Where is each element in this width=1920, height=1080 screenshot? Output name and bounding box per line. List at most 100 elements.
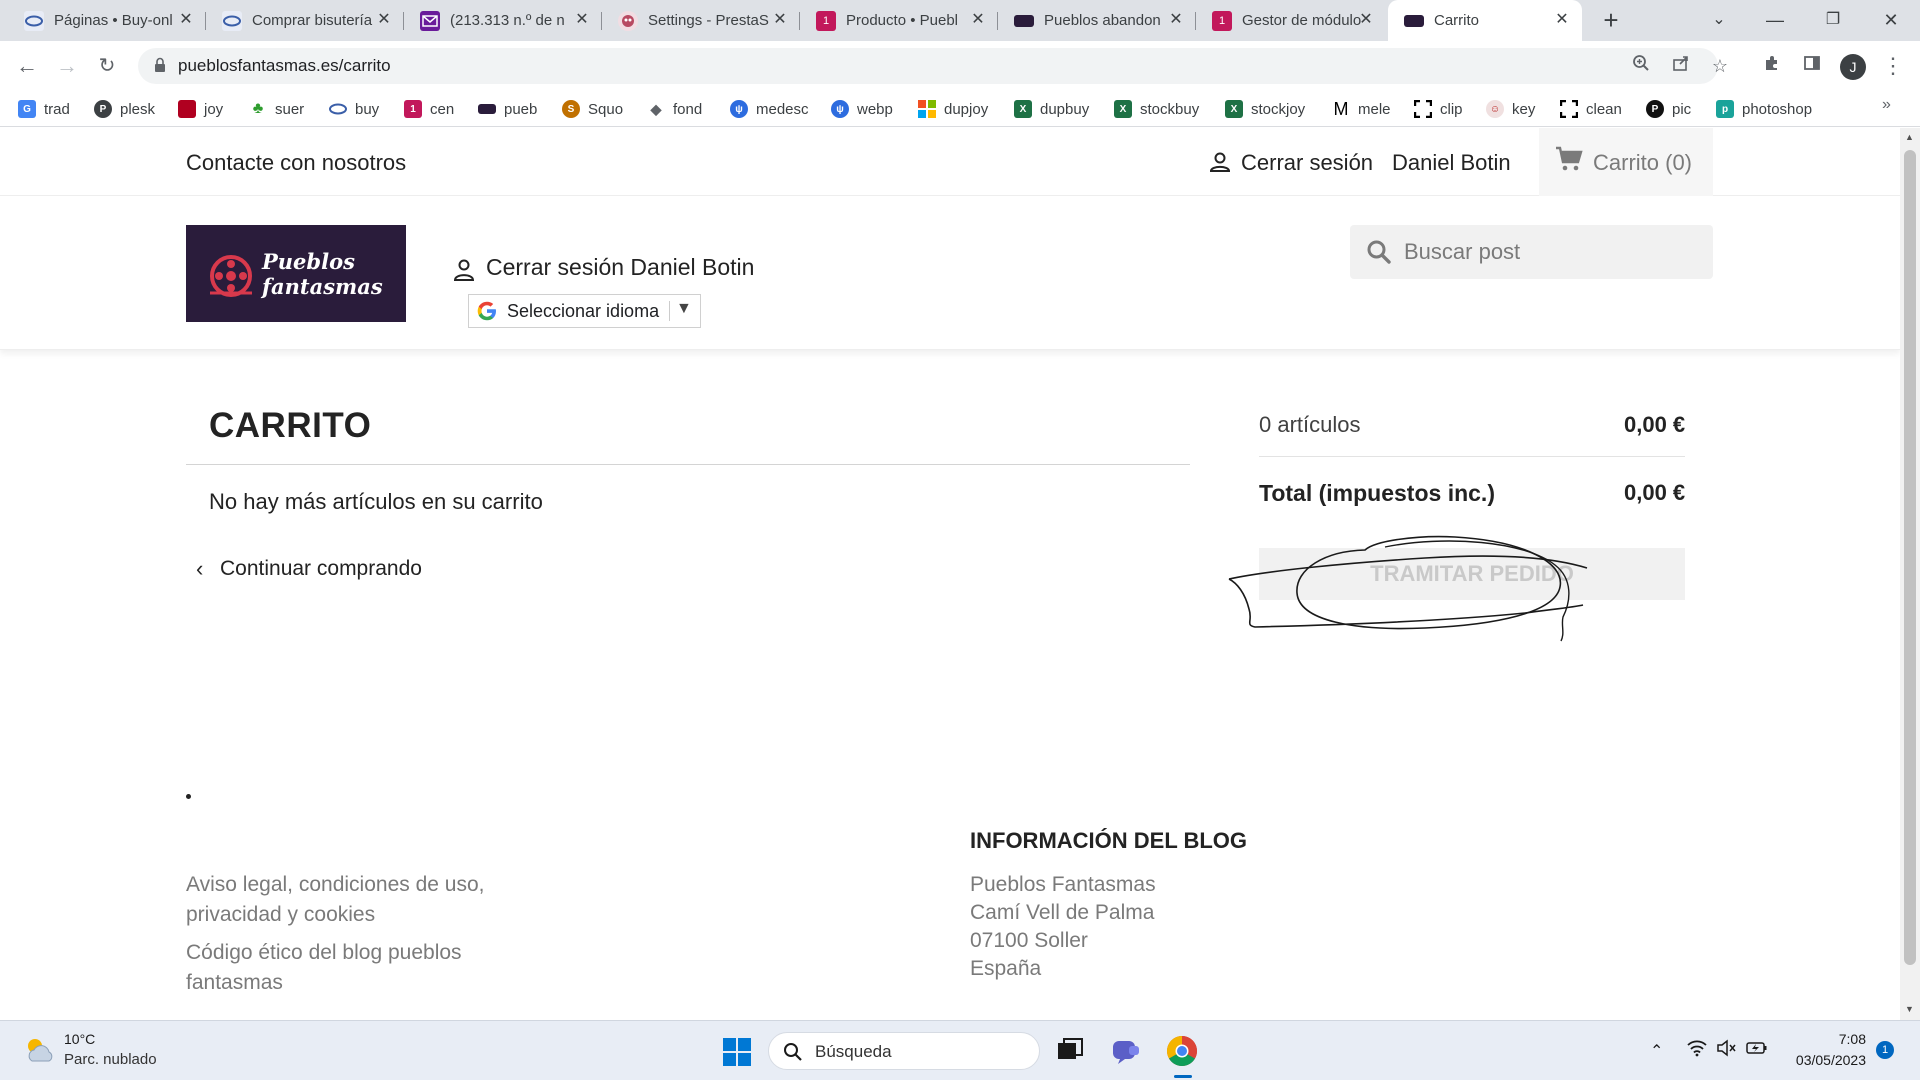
- footer-address-line: 07100 Soller: [970, 929, 1088, 952]
- cart-widget[interactable]: Carrito (0): [1539, 128, 1713, 196]
- page-scrollbar[interactable]: ▲ ▼: [1900, 128, 1920, 1020]
- tab-gestor-modulos[interactable]: 1 Gestor de módulo ✕: [1196, 0, 1386, 41]
- bookmark-buy[interactable]: buy: [329, 98, 379, 120]
- bookmark-pic[interactable]: Ppic: [1646, 98, 1691, 120]
- bookmark-webp[interactable]: ψ webp: [831, 98, 893, 120]
- windows-start-icon[interactable]: [722, 1037, 752, 1067]
- side-panel-icon[interactable]: [1797, 51, 1827, 81]
- bookmark-label: medesc: [756, 100, 809, 118]
- task-view-icon[interactable]: [1052, 1033, 1088, 1069]
- bookmark-plesk[interactable]: Pplesk: [94, 98, 155, 120]
- shopping-cart-icon: [1556, 146, 1583, 171]
- tab-carrito[interactable]: Carrito ✕: [1388, 0, 1582, 41]
- bookmark-joy[interactable]: joy: [178, 98, 223, 120]
- bookmark-key[interactable]: ☺ key: [1486, 98, 1535, 120]
- close-tab-icon[interactable]: ✕: [968, 10, 988, 30]
- tab-settings-prestashop[interactable]: Settings - PrestaS ✕: [602, 0, 800, 41]
- taskbar-search[interactable]: Búsqueda: [768, 1032, 1040, 1070]
- close-window-button[interactable]: ✕: [1862, 0, 1920, 41]
- tab-email[interactable]: (213.313 n.º de n ✕: [404, 0, 602, 41]
- address-bar[interactable]: pueblosfantasmas.es/carrito ☆: [138, 48, 1728, 84]
- close-tab-icon[interactable]: ✕: [1552, 10, 1572, 30]
- browser-menu-icon[interactable]: ⋮: [1878, 51, 1908, 81]
- taskbar-date[interactable]: 03/05/2023: [1768, 1052, 1866, 1068]
- share-icon[interactable]: [1669, 54, 1693, 78]
- notification-badge[interactable]: 1: [1876, 1041, 1894, 1059]
- scroll-up-arrow-icon[interactable]: ▲: [1905, 132, 1914, 142]
- bookmark-trad[interactable]: Gtrad: [18, 98, 70, 120]
- tab-title: Carrito: [1434, 12, 1480, 29]
- bookmark-fond[interactable]: ◆ fond: [647, 98, 703, 120]
- browser-toolbar: ← → ↻ pueblosfantasmas.es/carrito ☆ J ⋮: [0, 41, 1920, 91]
- bookmark-label: joy: [204, 100, 224, 118]
- footer-link-ethics[interactable]: Código ético del blog pueblos fantasmas: [186, 938, 506, 998]
- tab-paginas-buy-online[interactable]: Páginas • Buy-onl ✕: [8, 0, 206, 41]
- wifi-icon[interactable]: [1687, 1039, 1707, 1057]
- bookmark-stockbuy[interactable]: Xstockbuy: [1114, 98, 1199, 120]
- tab-comprar-bisuteria[interactable]: Comprar bisutería ✕: [206, 0, 404, 41]
- minimize-button[interactable]: —: [1746, 0, 1804, 41]
- chevron-up-icon[interactable]: ⌃: [1650, 1041, 1663, 1061]
- close-tab-icon[interactable]: ✕: [770, 10, 790, 30]
- taskbar-time[interactable]: 7:08: [1788, 1031, 1866, 1047]
- close-tab-icon[interactable]: ✕: [176, 10, 196, 30]
- bookmark-photoshop[interactable]: p photoshop: [1716, 98, 1812, 120]
- new-tab-button[interactable]: +: [1596, 6, 1626, 36]
- teams-chat-icon[interactable]: [1108, 1033, 1144, 1069]
- back-arrow-icon[interactable]: ←: [11, 50, 43, 82]
- search-input[interactable]: [1404, 235, 1694, 269]
- bookmark-clean[interactable]: clean: [1560, 98, 1622, 120]
- volume-muted-icon[interactable]: [1716, 1039, 1736, 1057]
- restore-button[interactable]: ❐: [1804, 0, 1862, 41]
- more-bookmarks-icon[interactable]: »: [1882, 96, 1891, 114]
- bookmark-label: key: [1512, 100, 1536, 118]
- close-tab-icon[interactable]: ✕: [1166, 10, 1186, 30]
- close-tab-icon[interactable]: ✕: [1356, 10, 1376, 30]
- bookmark-mele[interactable]: Mmele: [1332, 98, 1391, 120]
- store-icon: 1: [404, 100, 422, 118]
- logout-link[interactable]: Cerrar sesión: [1241, 150, 1373, 176]
- bookmark-clip[interactable]: clip: [1414, 98, 1463, 120]
- lock-icon[interactable]: [154, 57, 166, 73]
- tab-search-chevron-icon[interactable]: ⌄: [1690, 0, 1748, 41]
- logout-user-link[interactable]: Cerrar sesión Daniel Botin: [486, 254, 754, 281]
- site-logo[interactable]: Pueblos fantasmas: [186, 225, 406, 322]
- url-text[interactable]: pueblosfantasmas.es/carrito: [178, 56, 391, 76]
- store-icon: 1: [816, 10, 836, 31]
- tab-pueblos-abandonados[interactable]: Pueblos abandon ✕: [998, 0, 1196, 41]
- scroll-down-arrow-icon[interactable]: ▼: [1905, 1004, 1914, 1014]
- tab-producto[interactable]: 1 Producto • Puebl ✕: [800, 0, 998, 41]
- close-tab-icon[interactable]: ✕: [572, 10, 592, 30]
- forward-arrow-icon[interactable]: →: [51, 50, 83, 82]
- bookmark-dupbuy[interactable]: Xdupbuy: [1014, 98, 1089, 120]
- pin-icon: ψ: [831, 100, 849, 118]
- search-box: [1350, 225, 1713, 279]
- footer-address-line: Pueblos Fantasmas: [970, 873, 1156, 896]
- reload-icon[interactable]: ↻: [91, 50, 123, 82]
- bookmark-medesc[interactable]: ψ medesc: [730, 98, 809, 120]
- continue-shopping-link[interactable]: ‹ Continuar comprando: [196, 556, 422, 582]
- bookmark-dupjoy[interactable]: dupjoy: [918, 98, 988, 120]
- bookmark-squo[interactable]: S Squo: [562, 98, 623, 120]
- close-tab-icon[interactable]: ✕: [374, 10, 394, 30]
- partly-cloudy-icon[interactable]: [22, 1033, 56, 1067]
- bookmark-cen[interactable]: 1 cen: [404, 98, 454, 120]
- extensions-puzzle-icon[interactable]: [1757, 51, 1787, 81]
- scrollbar-thumb[interactable]: [1904, 150, 1916, 965]
- bookmark-star-icon[interactable]: ☆: [1708, 54, 1732, 78]
- footer-link-legal[interactable]: Aviso legal, condiciones de uso, privaci…: [186, 870, 506, 930]
- cart-count-label: Carrito (0): [1593, 150, 1693, 175]
- bookmark-pueb[interactable]: pueb: [478, 98, 537, 120]
- language-select[interactable]: Seleccionar idioma ▼: [468, 294, 701, 328]
- battery-charging-icon[interactable]: [1746, 1040, 1768, 1056]
- account-link[interactable]: Daniel Botin: [1392, 150, 1511, 176]
- bookmark-stockjoy[interactable]: Xstockjoy: [1225, 98, 1305, 120]
- zoom-icon[interactable]: [1629, 54, 1653, 78]
- bookmark-suer[interactable]: ♣ suer: [249, 98, 304, 120]
- chrome-icon[interactable]: [1164, 1033, 1200, 1069]
- contact-link[interactable]: Contacte con nosotros: [186, 150, 406, 176]
- search-icon[interactable]: [1366, 239, 1392, 265]
- checkout-button[interactable]: Tramitar pedido: [1259, 548, 1685, 600]
- profile-avatar[interactable]: J: [1840, 54, 1866, 80]
- tab-title: Comprar bisutería: [252, 12, 373, 29]
